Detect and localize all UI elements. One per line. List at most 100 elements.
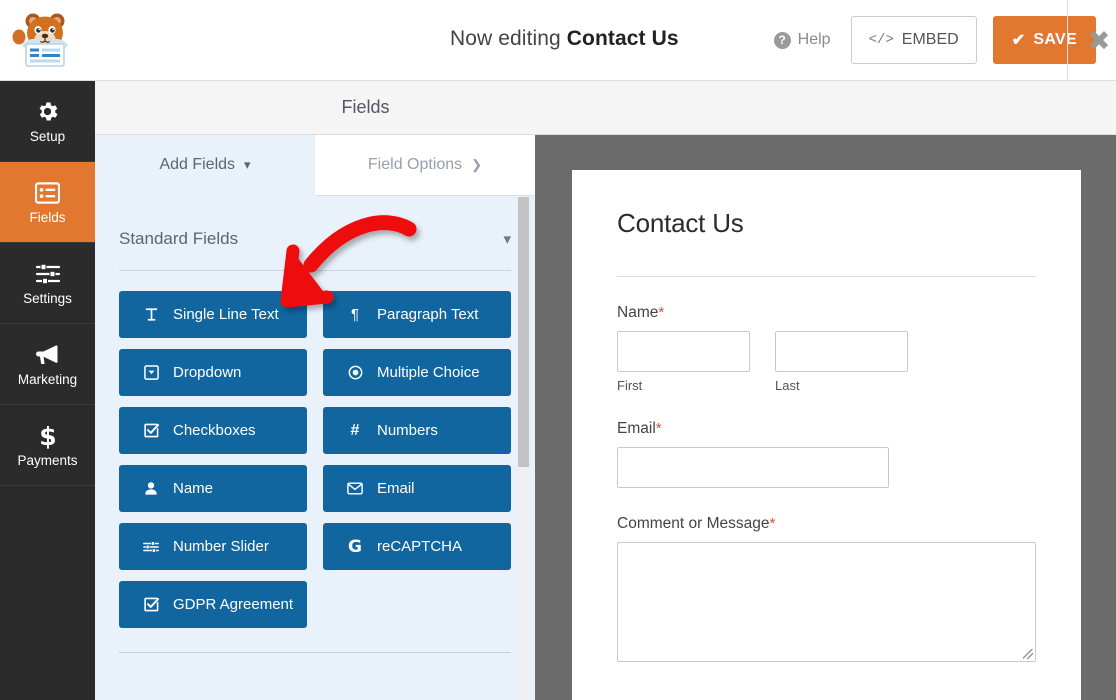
field-button-label: GDPR Agreement — [173, 596, 293, 613]
field-button-email[interactable]: Email — [323, 465, 511, 512]
svg-text:$: $ — [39, 423, 56, 449]
name-last-col: Last — [775, 331, 908, 393]
embed-button[interactable]: </> EMBED — [851, 16, 977, 64]
sidebar-item-label: Setup — [30, 130, 65, 144]
chevron-down-icon: ▾ — [244, 157, 251, 173]
now-editing-label: Now editing Contact Us — [450, 27, 679, 51]
tab-add-fields[interactable]: Add Fields ▾ — [95, 135, 315, 196]
standard-fields-section-header[interactable]: Standard Fields ▾ — [95, 208, 535, 270]
close-icon[interactable]: ✖ — [1076, 24, 1116, 58]
required-asterisk: * — [656, 420, 662, 437]
fields-bottom-divider — [119, 652, 511, 653]
builder-scrollbar-track[interactable] — [518, 197, 529, 700]
chevron-right-icon: ❯ — [471, 157, 482, 173]
field-button-paragraph-text[interactable]: ¶ Paragraph Text — [323, 291, 511, 338]
wpforms-builder-app: Now editing Contact Us ? Help </> EMBED … — [0, 0, 1116, 700]
field-button-label: Multiple Choice — [377, 364, 480, 381]
name-subfields-row: First Last — [617, 331, 1036, 393]
list-icon — [35, 180, 60, 206]
field-button-label: Paragraph Text — [377, 306, 478, 323]
standard-fields-title: Standard Fields — [119, 229, 238, 249]
panel-tabs: Add Fields ▾ Field Options ❯ — [95, 135, 535, 196]
field-button-dropdown[interactable]: Dropdown — [119, 349, 307, 396]
field-button-number-slider[interactable]: Number Slider — [119, 523, 307, 570]
field-button-numbers[interactable]: # Numbers — [323, 407, 511, 454]
chevron-down-icon[interactable]: ▾ — [503, 230, 511, 248]
sidebar-item-setup[interactable]: Setup — [0, 81, 95, 162]
text-cursor-icon — [143, 307, 159, 322]
comment-textarea[interactable] — [617, 542, 1036, 662]
panel-header: Fields — [95, 81, 1116, 135]
editing-form-name: Contact Us — [567, 27, 679, 50]
resize-handle-icon[interactable] — [1023, 649, 1033, 659]
help-button[interactable]: ? Help — [774, 31, 831, 49]
field-button-checkboxes[interactable]: Checkboxes — [119, 407, 307, 454]
form-preview-title: Contact Us — [617, 208, 1036, 239]
tab-add-fields-label: Add Fields — [159, 156, 235, 174]
preview-field-label: Comment or Message* — [617, 515, 1036, 533]
sidebar-item-label: Fields — [29, 211, 65, 225]
left-nav-rail: Setup Fields — [0, 81, 95, 700]
sidebar-item-label: Payments — [17, 454, 77, 468]
now-editing-prefix: Now editing — [450, 27, 567, 50]
form-title-divider — [617, 276, 1036, 277]
sidebar-item-label: Settings — [23, 292, 72, 306]
checkbox-icon — [143, 423, 159, 438]
embed-label: EMBED — [902, 31, 959, 49]
sliders-icon — [143, 540, 159, 554]
user-icon — [143, 481, 159, 496]
check-icon: ✔ — [1012, 30, 1026, 50]
top-bar-actions: ? Help </> EMBED ✔ SAVE ✖ — [774, 0, 1116, 80]
last-name-sublabel: Last — [775, 378, 908, 393]
gear-icon — [35, 99, 60, 125]
tab-field-options[interactable]: Field Options ❯ — [315, 135, 535, 196]
builder-scrollbar-thumb[interactable] — [518, 197, 529, 467]
last-name-input[interactable] — [775, 331, 908, 372]
checkbox-icon — [143, 597, 159, 612]
dropdown-icon — [143, 365, 159, 380]
preview-field-label: Name* — [617, 304, 1036, 322]
field-button-name[interactable]: Name — [119, 465, 307, 512]
megaphone-icon — [34, 342, 61, 368]
field-button-single-line-text[interactable]: Single Line Text — [119, 291, 307, 338]
paragraph-icon: ¶ — [347, 306, 363, 323]
add-fields-panel: Add Fields ▾ Field Options ❯ Standard Fi… — [95, 135, 535, 700]
first-name-input[interactable] — [617, 331, 750, 372]
field-button-recaptcha[interactable]: G reCAPTCHA — [323, 523, 511, 570]
field-button-multiple-choice[interactable]: Multiple Choice — [323, 349, 511, 396]
name-first-col: First — [617, 331, 750, 393]
form-preview-card: Contact Us Name* First Last Email* — [572, 170, 1081, 700]
preview-field-comment[interactable]: Comment or Message* — [617, 515, 1036, 662]
save-label: SAVE — [1033, 31, 1077, 49]
sidebar-item-settings[interactable]: Settings — [0, 243, 95, 324]
field-button-label: Name — [173, 480, 213, 497]
help-label: Help — [798, 31, 831, 49]
envelope-icon — [347, 482, 363, 495]
field-button-gdpr-agreement[interactable]: GDPR Agreement — [119, 581, 307, 628]
sidebar-item-marketing[interactable]: Marketing — [0, 324, 95, 405]
email-input[interactable] — [617, 447, 889, 488]
tab-field-options-label: Field Options — [368, 156, 462, 174]
required-asterisk: * — [769, 515, 775, 532]
field-button-label: Dropdown — [173, 364, 241, 381]
top-bar: Now editing Contact Us ? Help </> EMBED … — [0, 0, 1116, 81]
preview-field-name[interactable]: Name* First Last — [617, 304, 1036, 393]
preview-field-email[interactable]: Email* — [617, 420, 1036, 488]
sliders-icon — [35, 261, 61, 287]
preview-field-label-text: Name — [617, 304, 658, 321]
field-button-label: Checkboxes — [173, 422, 256, 439]
first-name-sublabel: First — [617, 378, 750, 393]
sidebar-item-payments[interactable]: $ Payments — [0, 405, 95, 486]
preview-field-label-text: Email — [617, 420, 656, 437]
dollar-icon: $ — [38, 423, 58, 449]
preview-field-label: Email* — [617, 420, 1036, 438]
code-icon: </> — [869, 32, 894, 48]
required-asterisk: * — [658, 304, 664, 321]
page-title: Fields — [341, 97, 389, 118]
radio-button-icon — [347, 365, 363, 380]
field-button-label: Number Slider — [173, 538, 269, 555]
google-g-icon: G — [347, 537, 363, 557]
question-circle-icon: ? — [774, 32, 791, 49]
sidebar-item-fields[interactable]: Fields — [0, 162, 95, 243]
field-button-label: Numbers — [377, 422, 438, 439]
